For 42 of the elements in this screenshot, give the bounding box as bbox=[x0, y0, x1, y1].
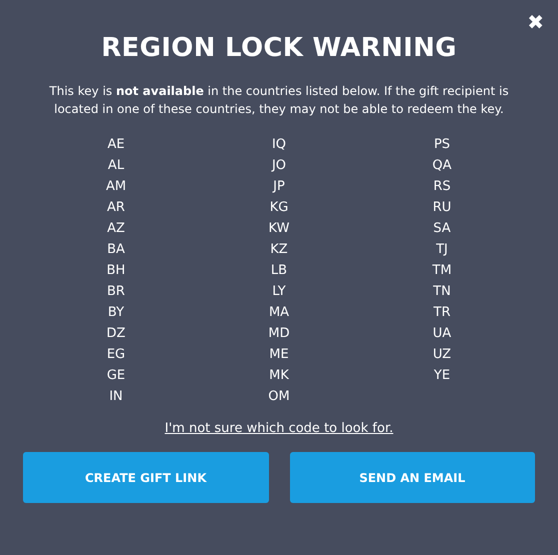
country-code: MK bbox=[269, 367, 289, 385]
country-code: YE bbox=[434, 367, 450, 385]
country-code: LB bbox=[270, 262, 288, 280]
country-code: MD bbox=[268, 325, 290, 343]
country-code: EG bbox=[106, 346, 126, 364]
country-code: QA bbox=[432, 157, 452, 175]
country-code: ME bbox=[269, 346, 289, 364]
country-code: AR bbox=[107, 199, 125, 217]
country-code: KW bbox=[268, 220, 290, 238]
country-code: BR bbox=[107, 283, 125, 301]
country-code: DZ bbox=[106, 325, 126, 343]
close-button[interactable]: ✖ bbox=[523, 10, 548, 34]
country-code: JP bbox=[273, 178, 285, 196]
country-code: RS bbox=[433, 178, 451, 196]
country-code: TR bbox=[434, 304, 450, 322]
country-code: IQ bbox=[272, 136, 286, 154]
country-code: TM bbox=[432, 262, 452, 280]
country-code: JO bbox=[272, 157, 286, 175]
country-code: UZ bbox=[432, 346, 452, 364]
country-code: AE bbox=[107, 136, 125, 154]
country-code: BH bbox=[106, 262, 126, 280]
country-code: BY bbox=[108, 304, 124, 322]
country-code: MA bbox=[268, 304, 290, 322]
country-code: UA bbox=[432, 325, 452, 343]
country-code: BA bbox=[107, 241, 125, 259]
country-code: TJ bbox=[436, 241, 448, 259]
help-link[interactable]: I'm not sure which code to look for. bbox=[164, 421, 394, 436]
country-code: SA bbox=[433, 220, 451, 238]
country-code: IN bbox=[109, 388, 123, 406]
country-code: AM bbox=[106, 178, 126, 196]
country-code: GE bbox=[106, 367, 126, 385]
country-code: AZ bbox=[107, 220, 125, 238]
country-code: LY bbox=[272, 283, 286, 301]
modal-title: REGION LOCK WARNING bbox=[101, 32, 457, 65]
warning-text: This key is not available in the countries listed below. If the gift recipient is located in one of these countries, they may not be able to redeem the key. bbox=[48, 83, 510, 118]
country-code: KZ bbox=[270, 241, 288, 259]
country-code: PS bbox=[434, 136, 450, 154]
country-code: TN bbox=[433, 283, 451, 301]
country-code: KG bbox=[270, 199, 288, 217]
country-code: RU bbox=[432, 199, 452, 217]
country-code: AL bbox=[108, 157, 124, 175]
country-code: OM bbox=[268, 388, 290, 406]
